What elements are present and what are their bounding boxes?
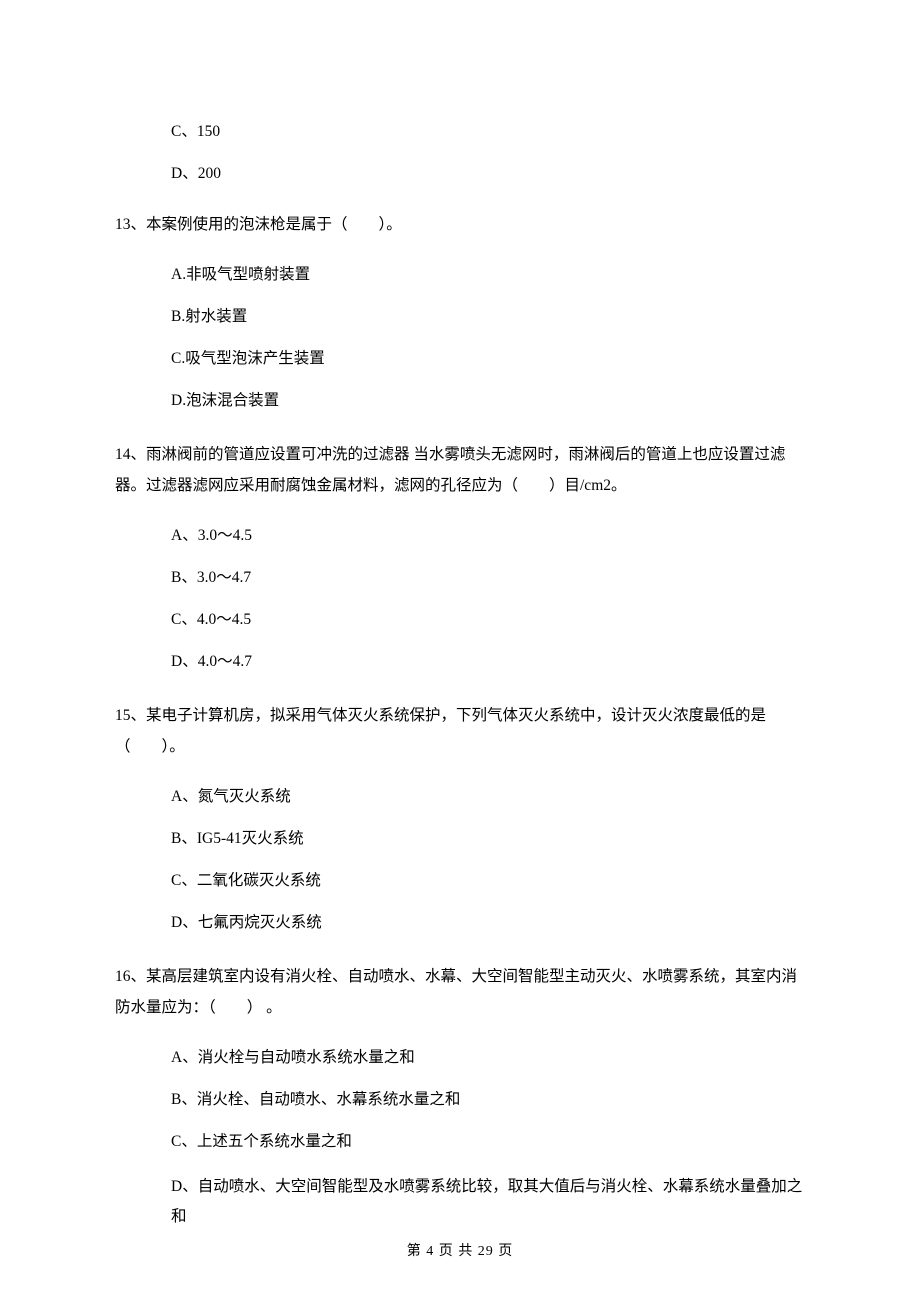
q15-option-a: A、氮气灭火系统 <box>115 785 805 808</box>
q12-option-c: C、150 <box>115 120 805 143</box>
q13-option-c: C.吸气型泡沫产生装置 <box>115 347 805 370</box>
q13-option-d: D.泡沫混合装置 <box>115 389 805 412</box>
q15-option-c: C、二氧化碳灭火系统 <box>115 869 805 892</box>
q16-stem: 16、某高层建筑室内设有消火栓、自动喷水、水幕、大空间智能型主动灭火、水喷雾系统… <box>115 961 805 1023</box>
q14-option-d: D、4.0～4.7 <box>115 650 805 673</box>
q13-option-b: B.射水装置 <box>115 305 805 328</box>
q14-option-c: C、4.0～4.5 <box>115 608 805 631</box>
q13-stem: 13、本案例使用的泡沫枪是属于（ ）。 <box>115 209 805 240</box>
q15-stem: 15、某电子计算机房，拟采用气体灭火系统保护，下列气体灭火系统中，设计灭火浓度最… <box>115 700 805 762</box>
q14-option-a: A、3.0～4.5 <box>115 524 805 547</box>
q14-stem: 14、雨淋阀前的管道应设置可冲洗的过滤器 当水雾喷头无滤网时，雨淋阀后的管道上也… <box>115 439 805 501</box>
q16-option-d: D、自动喷水、大空间智能型及水喷雾系统比较，取其大值后与消火栓、水幕系统水量叠加… <box>115 1172 805 1231</box>
q16-option-c: C、上述五个系统水量之和 <box>115 1130 805 1153</box>
q14-option-b: B、3.0～4.7 <box>115 566 805 589</box>
q13-option-a: A.非吸气型喷射装置 <box>115 263 805 286</box>
q12-option-d: D、200 <box>115 162 805 185</box>
q15-option-d: D、七氟丙烷灭火系统 <box>115 911 805 934</box>
page-footer: 第 4 页 共 29 页 <box>0 1241 920 1262</box>
q16-option-b: B、消火栓、自动喷水、水幕系统水量之和 <box>115 1088 805 1111</box>
q16-option-a: A、消火栓与自动喷水系统水量之和 <box>115 1046 805 1069</box>
q15-option-b: B、IG5-41灭火系统 <box>115 827 805 850</box>
